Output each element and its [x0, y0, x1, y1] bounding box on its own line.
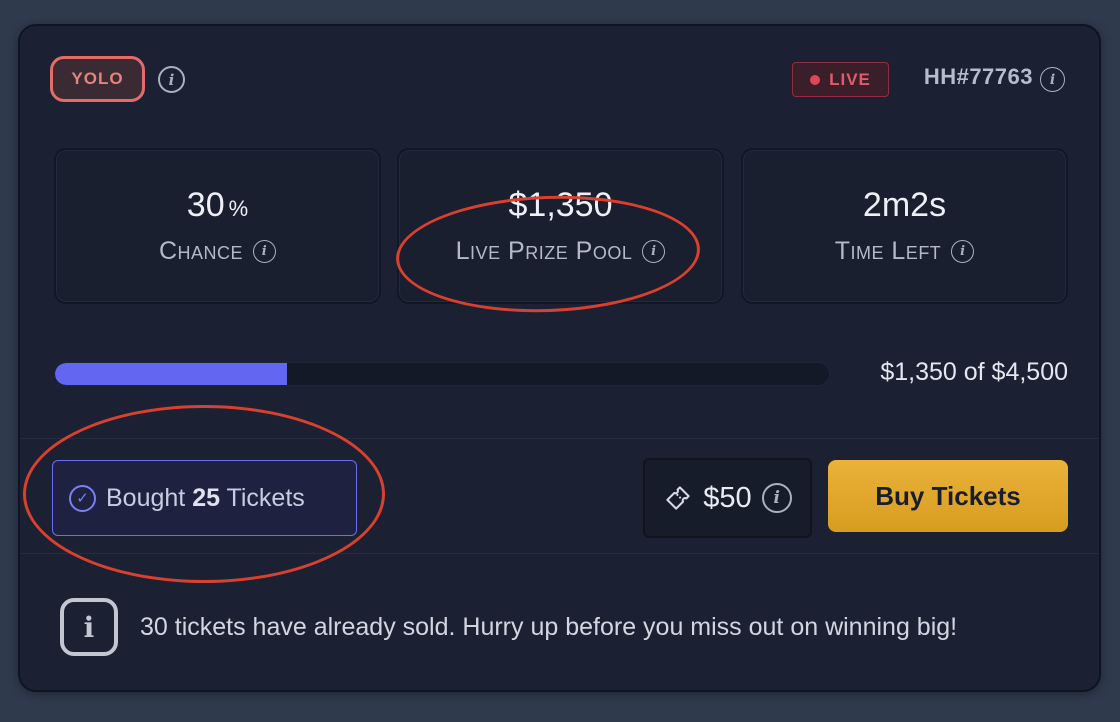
progress-text: $1,350 of $4,500 [880, 358, 1068, 386]
divider [20, 438, 1099, 439]
ticket-icon [666, 486, 690, 510]
card-header: YOLO i LIVE HH#77763 i [50, 56, 1065, 102]
chance-stat: 30% Chance i [54, 148, 381, 304]
chance-unit: % [228, 196, 249, 221]
bought-prefix: Bought [106, 483, 186, 512]
chance-label-wrap: Chance i [158, 237, 277, 266]
info-icon[interactable]: i [761, 483, 792, 513]
live-label: LIVE [829, 69, 871, 89]
chance-label: Chance [158, 237, 244, 265]
prize-progress: $1,350 of $4,500 [54, 356, 1068, 396]
info-icon[interactable]: i [158, 66, 185, 93]
game-id: HH#77763 [923, 64, 1033, 89]
chance-value: 30 [186, 186, 225, 224]
info-icon[interactable]: i [253, 240, 277, 263]
stats-row: 30% Chance i $1,350 Live Prize Pool i 2m… [54, 148, 1068, 304]
ticket-price: $50 [703, 481, 752, 514]
bought-suffix: Tickets [226, 483, 305, 512]
sales-notice: i 30 tickets have already sold. Hurry up… [60, 596, 1040, 658]
time-left-label: Time Left [834, 237, 942, 265]
time-left-stat: 2m2s Time Left i [741, 148, 1068, 304]
check-circle-icon: ✓ [69, 484, 96, 512]
time-left-label-wrap: Time Left i [835, 237, 975, 266]
notice-text: 30 tickets have already sold. Hurry up b… [140, 612, 958, 641]
buy-tickets-button[interactable]: Buy Tickets [828, 460, 1068, 532]
info-square-icon: i [60, 598, 118, 656]
time-left-value: 2m2s [862, 186, 947, 224]
progress-bar-fill [55, 363, 288, 385]
prize-pool-value: $1,350 [508, 186, 613, 224]
time-left-value-wrap: 2m2s [863, 186, 946, 225]
prize-pool-value-wrap: $1,350 [509, 186, 613, 225]
chance-value-wrap: 30% [187, 186, 248, 225]
progress-bar [54, 362, 830, 386]
bought-count: 25 [192, 483, 221, 512]
lottery-card: YOLO i LIVE HH#77763 i 30% Chance i $1,3… [18, 24, 1101, 692]
live-dot-icon [810, 74, 821, 85]
ticket-price-box: $50 i [643, 458, 812, 538]
prize-pool-label: Live Prize Pool [455, 237, 633, 265]
prize-pool-stat: $1,350 Live Prize Pool i [397, 148, 724, 304]
info-icon[interactable]: i [951, 240, 975, 263]
prize-pool-label-wrap: Live Prize Pool i [456, 237, 666, 266]
ticket-actions: ✓ Bought 25 Tickets $50 i Buy Tickets [52, 458, 1068, 538]
mode-badge[interactable]: YOLO [50, 56, 145, 102]
info-icon[interactable]: i [1040, 67, 1065, 92]
live-badge: LIVE [792, 62, 889, 97]
bought-text: Bought 25 Tickets [106, 484, 305, 513]
info-icon[interactable]: i [642, 240, 666, 263]
bought-tickets-status: ✓ Bought 25 Tickets [52, 460, 357, 536]
divider [20, 553, 1099, 554]
